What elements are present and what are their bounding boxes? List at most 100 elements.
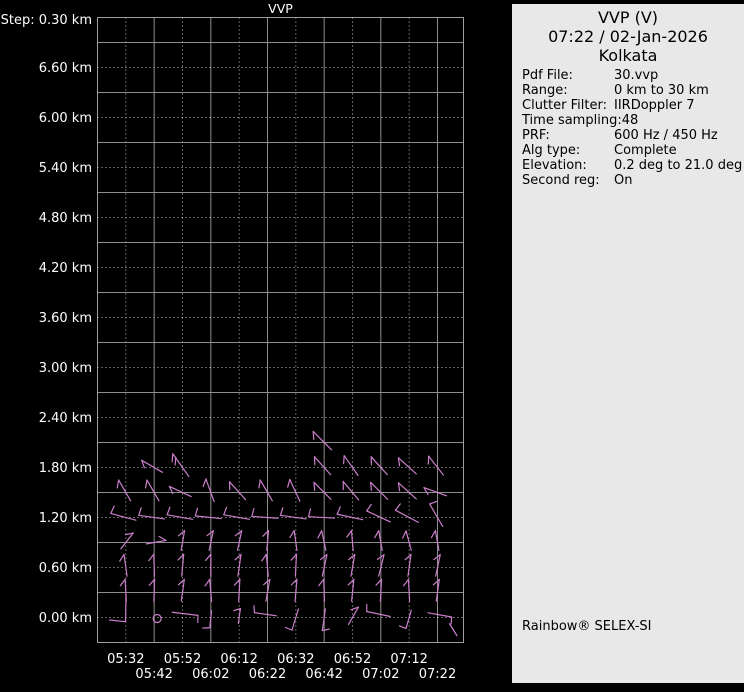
y-axis-label: 5.40 km (39, 161, 92, 176)
barb-segment (167, 507, 170, 515)
x-axis-label: 05:32 (107, 652, 144, 667)
panel-datetime: 07:22 / 02-Jan-2026 (512, 27, 744, 46)
barb-segment (117, 480, 118, 488)
info-label: Pdf File: (522, 68, 614, 83)
info-label: Alg type: (522, 143, 614, 158)
info-label: Second reg: (522, 173, 614, 188)
wind-barb (288, 479, 300, 501)
barb-segment (324, 579, 325, 601)
y-axis-label: 3.00 km (39, 361, 92, 376)
barb-segment (260, 480, 272, 501)
info-value: 30.vvp (614, 68, 658, 83)
info-row: Elevation:0.2 deg to 21.0 deg (522, 158, 742, 173)
barb-segment (139, 508, 141, 516)
barb-segment (309, 517, 335, 518)
barb-segment (254, 613, 276, 616)
vvp-plot: VVPStep: 0.30 km6.60 km6.00 km5.40 km4.8… (0, 0, 512, 688)
wind-barb (234, 609, 241, 624)
info-panel: VVP (V) 07:22 / 02-Jan-2026 Kolkata Pdf … (512, 4, 744, 683)
x-axis-label: 05:52 (164, 652, 201, 667)
brand-label: Rainbow® SELEX-SI (522, 619, 652, 634)
y-axis-label: 1.80 km (39, 461, 92, 476)
barb-segment (399, 626, 406, 629)
barb-segment (290, 479, 300, 501)
barb-segment (404, 579, 409, 585)
wind-barb (349, 555, 355, 577)
wind-barb (167, 507, 193, 519)
barb-segment (169, 486, 191, 496)
vvp-window: VVPStep: 0.30 km6.60 km6.00 km5.40 km4.8… (0, 0, 744, 688)
y-axis-label: 6.00 km (39, 111, 92, 126)
wind-barb (371, 482, 388, 499)
barb-segment (318, 531, 322, 538)
wind-barb (172, 454, 189, 477)
info-value: 48 (622, 113, 639, 128)
barb-segment (146, 480, 147, 488)
barb-segment (322, 629, 329, 630)
wind-barb (203, 479, 214, 502)
barb-segment (149, 554, 154, 560)
barb-segment (319, 579, 324, 585)
wind-barb (403, 531, 412, 550)
wind-barb (433, 579, 439, 601)
barb-segment (337, 514, 362, 519)
barb-segment (120, 554, 124, 561)
y-axis-label: 3.60 km (39, 311, 92, 326)
info-row: Second reg:On (522, 173, 742, 188)
wind-barb (313, 431, 331, 449)
barb-segment (429, 456, 444, 475)
wind-barb (169, 486, 191, 496)
wind-barb (398, 483, 416, 499)
wind-barb (206, 554, 211, 576)
wind-barb (142, 460, 163, 472)
barb-segment (292, 609, 298, 630)
barb-segment (406, 531, 411, 550)
y-axis-label: 1.20 km (39, 511, 92, 526)
barb-segment (428, 613, 452, 617)
barb-segment (154, 554, 155, 576)
barb-segment (195, 516, 221, 519)
barb-segment (172, 612, 198, 615)
barb-segment (348, 607, 358, 624)
barb-segment (167, 515, 193, 520)
barb-segment (315, 457, 331, 475)
barb-segment (205, 579, 210, 586)
barb-segment (172, 454, 173, 462)
barb-segment (371, 482, 388, 499)
x-axis-label: 07:22 (419, 667, 456, 682)
wind-barb (343, 481, 358, 499)
wind-barb (348, 579, 354, 601)
barb-segment (344, 456, 358, 476)
wind-barb (367, 605, 390, 617)
info-label: Clutter Filter: (522, 98, 614, 113)
info-label: Time sampling: (522, 113, 622, 128)
info-value: 0.2 deg to 21.0 deg (614, 158, 742, 173)
barb-segment (451, 617, 452, 624)
barb-segment (398, 483, 416, 499)
barb-segment (395, 504, 400, 510)
x-axis-label: 06:52 (334, 652, 371, 667)
x-axis-label: 06:22 (249, 667, 286, 682)
barb-segment (139, 515, 165, 519)
barb-segment (230, 482, 246, 500)
barb-segment (430, 504, 443, 527)
barb-segment (314, 482, 331, 499)
wind-barb (322, 609, 329, 631)
barb-segment (314, 482, 315, 490)
info-value: 0 km to 30 km (614, 83, 709, 98)
info-label: Range: (522, 83, 614, 98)
wind-barb (235, 531, 241, 551)
barb-segment (344, 456, 345, 464)
y-axis-label: 4.80 km (39, 211, 92, 226)
plot-title: VVP (268, 1, 293, 16)
wind-barb (264, 580, 270, 602)
wind-barb (149, 554, 155, 576)
wind-barb (259, 480, 272, 501)
wind-barb (203, 611, 212, 628)
panel-title: VVP (V) (512, 8, 744, 27)
barb-segment (288, 479, 290, 487)
y-axis-label: 6.60 km (39, 61, 92, 76)
y-axis-label: 2.40 km (39, 411, 92, 426)
info-label: PRF: (522, 128, 614, 143)
barb-segment (259, 480, 260, 488)
